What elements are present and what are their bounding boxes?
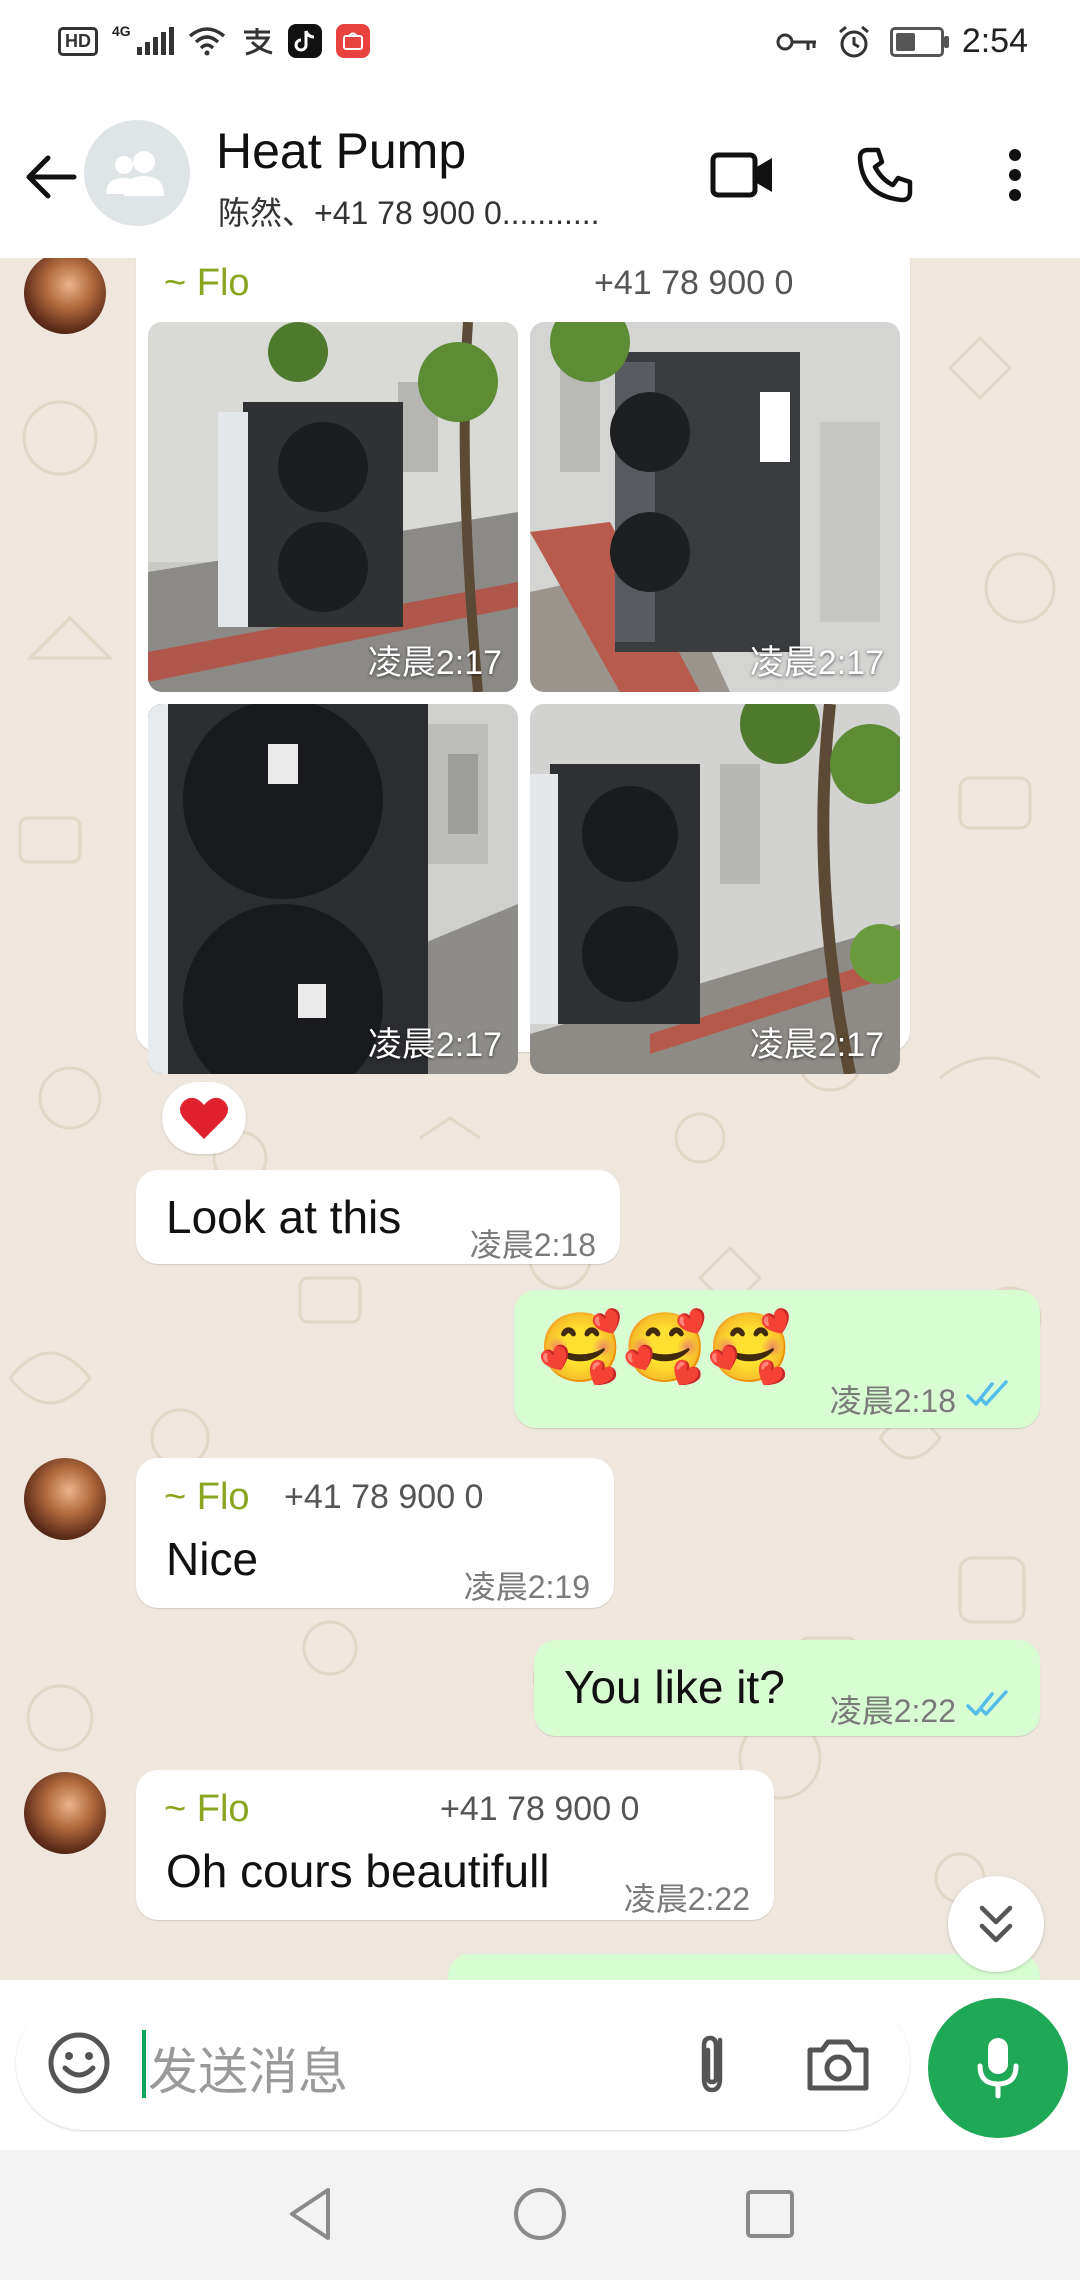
- read-receipt-icon: [966, 1690, 1008, 1716]
- chat-participants[interactable]: 陈然、+41 78 900 0...........: [218, 188, 600, 234]
- alarm-icon: [838, 25, 869, 57]
- chat-header: Heat Pump 陈然、+41 78 900 0...........: [0, 92, 1080, 259]
- nav-home-icon[interactable]: [508, 2182, 572, 2246]
- group-icon: [106, 151, 164, 196]
- message-time: 凌晨2:19: [463, 1569, 590, 1605]
- photo-thumbnail[interactable]: 凌晨2:17: [148, 322, 518, 692]
- sender-phone: +41 78 900 0: [284, 1478, 484, 1516]
- battery-icon: [889, 26, 949, 57]
- huawei-store-icon: [335, 24, 370, 58]
- outgoing-message[interactable]: You like it? 凌晨2:22: [534, 1640, 1040, 1736]
- more-options-button[interactable]: [980, 140, 1050, 210]
- photo-timestamp: 凌晨2:17: [749, 1026, 884, 1064]
- incoming-message[interactable]: Look at this 凌晨2:18: [136, 1170, 620, 1264]
- photo-timestamp: 凌晨2:17: [367, 1026, 502, 1064]
- incoming-message[interactable]: ~ Flo +41 78 900 0 Nice 凌晨2:19: [136, 1458, 614, 1608]
- voice-message-button[interactable]: [928, 1998, 1068, 2138]
- tiktok-icon: [287, 24, 322, 58]
- chat-messages-area[interactable]: ~ Flo +41 78 900 0 凌晨2:17 凌晨2:17 凌晨2:17 …: [0, 258, 1080, 1980]
- message-time: 凌晨2:18: [469, 1227, 596, 1263]
- message-time: 凌晨2:22: [623, 1881, 750, 1917]
- heart-icon: [180, 1097, 228, 1139]
- message-time: 凌晨2:18: [829, 1383, 956, 1419]
- clock: 2:54: [961, 22, 1028, 60]
- sender-avatar[interactable]: [24, 1772, 106, 1854]
- photo-thumbnail[interactable]: 凌晨2:17: [148, 704, 518, 1074]
- reaction-badge[interactable]: [162, 1082, 246, 1154]
- photo-thumbnail[interactable]: 凌晨2:17: [530, 322, 900, 692]
- photo-timestamp: 凌晨2:17: [367, 644, 502, 682]
- message-input[interactable]: 发送消息: [148, 2032, 348, 2104]
- message-text: Oh cours beautifull: [166, 1845, 550, 1897]
- back-arrow-icon[interactable]: [18, 144, 84, 210]
- group-avatar[interactable]: [84, 120, 190, 226]
- sender-avatar[interactable]: [24, 1458, 106, 1540]
- nav-recents-icon[interactable]: [738, 2182, 802, 2246]
- chat-title[interactable]: Heat Pump: [216, 122, 466, 180]
- sender-name[interactable]: ~ Flo: [164, 262, 250, 305]
- incoming-message[interactable]: ~ Flo +41 78 900 0 Oh cours beautifull 凌…: [136, 1770, 774, 1920]
- message-text: You like it?: [564, 1661, 785, 1713]
- key-icon: [776, 33, 816, 50]
- message-text: 🥰🥰🥰: [538, 1310, 793, 1386]
- photo-thumbnail[interactable]: 凌晨2:17: [530, 704, 900, 1074]
- network-type: 4G: [112, 23, 131, 39]
- status-right-icons: 2:54: [776, 22, 1028, 61]
- system-navigation-bar: [0, 2150, 1080, 2280]
- alipay-icon: [243, 28, 273, 56]
- voice-call-button[interactable]: [850, 140, 920, 210]
- sender-name[interactable]: ~ Flo: [164, 1476, 250, 1519]
- phone-icon: [857, 147, 913, 203]
- outgoing-message[interactable]: 🥰🥰🥰 凌晨2:18: [514, 1290, 1040, 1428]
- emoji-icon[interactable]: [46, 2030, 112, 2096]
- video-camera-icon: [710, 152, 772, 198]
- message-text: Look at this: [166, 1191, 402, 1243]
- message-time: 凌晨2:22: [829, 1693, 956, 1729]
- read-receipt-icon: [966, 1380, 1008, 1406]
- photo-group-bubble[interactable]: ~ Flo +41 78 900 0 凌晨2:17 凌晨2:17 凌晨2:17 …: [136, 258, 910, 1074]
- message-composer: 发送消息: [16, 1996, 910, 2130]
- sender-phone: +41 78 900 0: [440, 1790, 640, 1828]
- sender-phone: +41 78 900 0: [594, 264, 794, 302]
- status-bar: HD 4G 2:54: [0, 0, 1080, 92]
- nav-back-icon[interactable]: [278, 2182, 342, 2246]
- sender-name[interactable]: ~ Flo: [164, 1788, 250, 1831]
- more-vertical-icon: [1009, 149, 1021, 201]
- double-chevron-down-icon: [979, 1905, 1013, 1943]
- signal-icon: [136, 27, 174, 55]
- status-left-icons: HD 4G: [58, 23, 370, 58]
- battery-level: [895, 32, 915, 51]
- wifi-icon: [188, 27, 225, 56]
- video-call-button[interactable]: [708, 140, 778, 210]
- scroll-to-bottom-button[interactable]: [948, 1876, 1044, 1972]
- message-text: Nice: [166, 1533, 259, 1585]
- outgoing-message[interactable]: [448, 1954, 1040, 1980]
- attachment-icon[interactable]: [676, 2026, 750, 2100]
- text-cursor: [142, 2030, 146, 2098]
- photo-timestamp: 凌晨2:17: [749, 644, 884, 682]
- camera-icon[interactable]: [804, 2030, 872, 2098]
- microphone-icon: [977, 2038, 1019, 2099]
- hd-indicator: HD: [58, 26, 98, 56]
